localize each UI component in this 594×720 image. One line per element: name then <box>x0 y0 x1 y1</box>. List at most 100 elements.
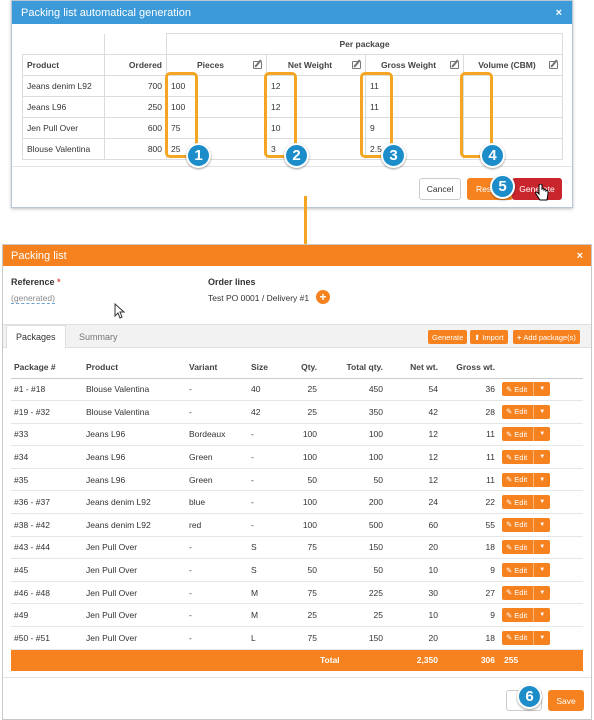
row-actions: ✎ Edit ▼ <box>498 536 583 560</box>
step-badge-4: 4 <box>480 143 505 168</box>
total-qty-cell: 200 <box>320 490 386 515</box>
import-button[interactable]: ⬆ Import <box>470 330 508 344</box>
caret-down-icon[interactable]: ▼ <box>534 495 550 509</box>
net-wt-cell: 20 <box>386 626 441 650</box>
packing-list-dialog: Packing list × Reference * (generated) O… <box>2 244 592 720</box>
row-actions: ✎ Edit ▼ <box>498 558 583 582</box>
ordered-cell: 250 <box>104 96 167 118</box>
package-cell: #36 - #37 <box>11 490 83 515</box>
per-package-header: Per package <box>166 33 563 55</box>
order-lines-value: Test PO 0001 / Delivery #1 <box>208 293 310 303</box>
edit-package-button[interactable]: ✎ Edit ▼ <box>502 540 551 555</box>
net-wt-cell: 12 <box>386 445 441 469</box>
edit-package-button[interactable]: ✎ Edit ▼ <box>502 404 551 419</box>
product-cell: Jeans denim L92 <box>22 75 105 97</box>
total-qty-cell: 50 <box>320 468 386 492</box>
arrow-cursor-icon <box>114 303 126 319</box>
edit-package-button[interactable]: ✎ Edit ▼ <box>502 472 551 487</box>
edit-package-button[interactable]: ✎ Edit ▼ <box>502 563 551 578</box>
caret-down-icon[interactable]: ▼ <box>534 518 550 532</box>
product-cell: Jeans denim L92 <box>83 490 186 515</box>
table-row: #33 Jeans L96 Bordeaux -100 100 12 11 ✎ Edit ▼ <box>11 423 583 447</box>
edit-package-button[interactable]: ✎ Edit ▼ <box>502 608 551 623</box>
generation-dialog-title: Packing list automatical generation <box>21 6 191 19</box>
edit-icon[interactable] <box>450 61 459 69</box>
tab-packages[interactable]: Packages <box>6 325 66 349</box>
table-row: #36 - #37 Jeans denim L92 blue -100 200 24 22 ✎… <box>11 490 583 515</box>
size-cell: 40 <box>248 378 282 402</box>
add-packages-button[interactable]: + Add package(s) <box>513 330 580 344</box>
row-actions: ✎ Edit ▼ <box>498 445 583 469</box>
variant-cell: Bordeaux <box>186 423 248 447</box>
net-wt-cell: 20 <box>386 536 441 560</box>
row-actions: ✎ Edit ▼ <box>498 603 583 628</box>
edit-icon[interactable] <box>253 61 262 69</box>
order-lines-label: Order lines <box>208 277 256 287</box>
product-cell: Jen Pull Over <box>83 536 186 560</box>
col-product: Product <box>83 356 186 379</box>
close-icon[interactable]: × <box>577 250 583 262</box>
reference-field[interactable]: (generated) <box>11 293 55 304</box>
product-cell: Jeans denim L92 <box>83 513 186 537</box>
variant-cell: red <box>186 513 248 537</box>
col-qty: Qty. <box>282 356 320 379</box>
caret-down-icon[interactable]: ▼ <box>534 631 550 645</box>
total-qty-cell: 100 <box>320 423 386 447</box>
reference-label: Reference * <box>11 277 61 287</box>
close-icon[interactable]: × <box>556 7 562 19</box>
edit-package-button[interactable]: ✎ Edit ▼ <box>502 517 551 532</box>
generate-packages-button[interactable]: Generate <box>428 330 468 344</box>
total-qty-cell: 500 <box>320 513 386 537</box>
row-actions: ✎ Edit ▼ <box>498 626 583 650</box>
qty-cell: 25 <box>282 603 320 628</box>
package-cell: #33 <box>11 423 83 447</box>
caret-down-icon[interactable]: ▼ <box>534 405 550 419</box>
net-wt-cell: 24 <box>386 490 441 515</box>
edit-icon: ✎ <box>506 542 513 552</box>
edit-icon[interactable] <box>352 61 361 69</box>
gross-wt-cell: 9 <box>441 558 498 582</box>
cancel-button[interactable]: Cancel <box>419 178 461 200</box>
gross-wt-cell: 22 <box>441 490 498 515</box>
size-cell: S <box>248 558 282 582</box>
caret-down-icon[interactable]: ▼ <box>534 586 550 600</box>
ordered-cell: 800 <box>104 138 167 160</box>
package-cell: #50 - #51 <box>11 626 83 650</box>
edit-package-button[interactable]: ✎ Edit ▼ <box>502 585 551 600</box>
total-qty-cell: 150 <box>320 626 386 650</box>
edit-package-button[interactable]: ✎ Edit ▼ <box>502 495 551 510</box>
size-cell: M <box>248 603 282 628</box>
caret-down-icon[interactable]: ▼ <box>534 450 550 464</box>
product-cell: Jen Pull Over <box>83 626 186 650</box>
edit-icon[interactable] <box>549 61 558 69</box>
edit-package-button[interactable]: ✎ Edit ▼ <box>502 630 551 645</box>
save-button[interactable]: Save <box>548 690 584 711</box>
caret-down-icon[interactable]: ▼ <box>534 427 550 441</box>
edit-icon: ✎ <box>506 475 513 485</box>
edit-package-button[interactable]: ✎ Edit ▼ <box>502 450 551 465</box>
product-cell: Jen Pull Over <box>83 581 186 605</box>
table-row: #34 Jeans L96 Green -100 100 12 11 ✎ Edit ▼ <box>11 445 583 469</box>
caret-down-icon[interactable]: ▼ <box>534 540 550 554</box>
caret-down-icon[interactable]: ▼ <box>534 608 550 622</box>
row-actions: ✎ Edit ▼ <box>498 378 583 402</box>
table-row: #43 - #44 Jen Pull Over - S 75 150 20 18 ✎ Edit ▼ <box>11 536 583 560</box>
caret-down-icon[interactable]: ▼ <box>534 563 550 577</box>
edit-package-button[interactable]: ✎ Edit ▼ <box>502 382 551 397</box>
package-cell: #35 <box>11 468 83 492</box>
packing-list-header: Packing list × <box>3 245 591 266</box>
tab-summary[interactable]: Summary <box>70 325 127 349</box>
size-cell: - <box>248 468 282 492</box>
package-cell: #49 <box>11 603 83 628</box>
edit-package-button[interactable]: ✎ Edit ▼ <box>502 427 551 442</box>
total-qty-cell: 50 <box>320 558 386 582</box>
add-order-line-icon[interactable]: + <box>316 290 330 304</box>
variant-cell: Green <box>186 445 248 469</box>
caret-down-icon[interactable]: ▼ <box>534 382 550 396</box>
size-cell: - <box>248 513 282 537</box>
caret-down-icon[interactable]: ▼ <box>534 473 550 487</box>
generation-dialog-footer: Cancel Res Generate <box>12 166 572 208</box>
edit-icon: ✎ <box>506 452 513 462</box>
variant-cell: - <box>186 581 248 605</box>
col-total-qty: Total qty. <box>320 356 386 379</box>
